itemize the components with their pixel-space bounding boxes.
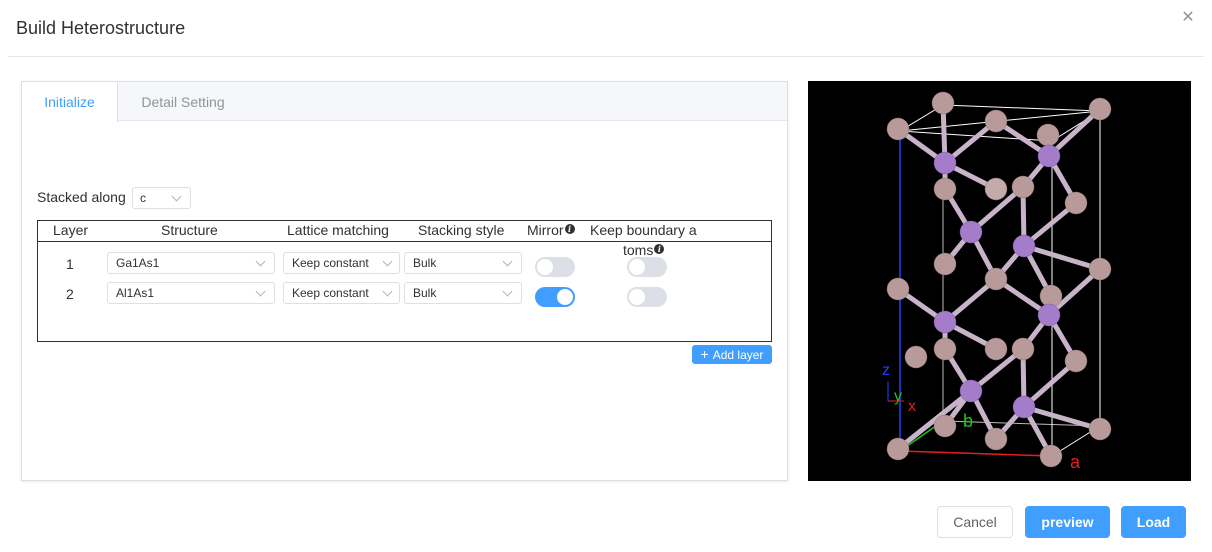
row1-stacking-select[interactable]: Bulk: [404, 252, 522, 274]
tabs-header: Initialize Detail Setting: [22, 82, 787, 122]
chevron-down-icon: [255, 256, 266, 267]
title-divider: [8, 56, 1204, 57]
switch-knob: [629, 259, 645, 275]
row1-lattice-value: Keep constant: [292, 256, 369, 270]
z-axis-label: z: [882, 362, 890, 379]
row1-layer: 1: [66, 256, 74, 272]
row2-lattice-value: Keep constant: [292, 286, 369, 300]
table-header-row: Layer Structure Lattice matching Stackin…: [38, 221, 771, 242]
add-layer-label: Add layer: [712, 348, 764, 362]
load-button[interactable]: Load: [1121, 506, 1186, 538]
row2-stacking-value: Bulk: [413, 286, 437, 300]
a-axis-line: [899, 450, 1053, 457]
header-layer: Layer: [53, 222, 89, 238]
row2-lattice-select[interactable]: Keep constant: [283, 282, 400, 304]
row1-stacking-value: Bulk: [413, 256, 437, 270]
b-axis-label: b: [963, 411, 973, 431]
y-axis-label: y: [894, 388, 902, 405]
chevron-down-icon: [382, 286, 393, 297]
stacked-along-value: c: [140, 191, 146, 205]
row1-structure-value: Ga1As1: [116, 256, 160, 270]
row1-keep-boundary-switch[interactable]: [627, 257, 667, 277]
header-keep-boundary: Keep boundary a: [590, 222, 697, 238]
row2-mirror-switch[interactable]: [535, 287, 575, 307]
dialog-title: Build Heterostructure: [16, 18, 186, 38]
header-lattice-matching: Lattice matching: [287, 222, 389, 238]
row1-lattice-select[interactable]: Keep constant: [283, 252, 400, 274]
row2-stacking-select[interactable]: Bulk: [404, 282, 522, 304]
stacked-along-label: Stacked along: [37, 189, 126, 205]
switch-knob: [537, 259, 553, 275]
header-mirror: Mirror i: [527, 222, 575, 238]
tab-initialize[interactable]: Initialize: [22, 82, 118, 122]
switch-knob: [629, 289, 645, 305]
row2-layer: 2: [66, 286, 74, 302]
add-layer-button[interactable]: + Add layer: [692, 345, 772, 364]
tab-detail-setting[interactable]: Detail Setting: [118, 82, 248, 122]
row2-structure-select[interactable]: Al1As1: [107, 282, 275, 304]
info-icon[interactable]: i: [654, 244, 665, 254]
a-axis-label: a: [1070, 452, 1081, 472]
tabs-panel: Initialize Detail Setting Stacked along …: [21, 81, 788, 481]
row2-keep-boundary-switch[interactable]: [627, 287, 667, 307]
close-icon[interactable]: ✕: [1180, 10, 1196, 26]
switch-knob: [557, 289, 573, 305]
stacked-along-select[interactable]: c: [132, 187, 191, 209]
preview-button[interactable]: preview: [1025, 506, 1110, 538]
cancel-button[interactable]: Cancel: [937, 506, 1013, 538]
plus-icon: +: [700, 346, 709, 362]
info-icon[interactable]: i: [564, 224, 575, 234]
header-structure: Structure: [161, 222, 218, 238]
chevron-down-icon: [171, 191, 182, 202]
header-mirror-label: Mirror: [527, 222, 564, 238]
row2-structure-value: Al1As1: [116, 286, 155, 300]
x-axis-label: x: [908, 398, 916, 415]
header-keep-boundary-cont: toms i: [623, 242, 665, 258]
row1-mirror-switch[interactable]: [535, 257, 575, 277]
chevron-down-icon: [502, 256, 513, 267]
chevron-down-icon: [502, 286, 513, 297]
crystal-structure-canvas[interactable]: z y x b a: [808, 81, 1191, 481]
header-stacking-style: Stacking style: [418, 222, 505, 238]
structure-viewer[interactable]: z y x b a: [808, 81, 1191, 481]
header-keep-boundary-cont-label: toms: [623, 242, 654, 258]
chevron-down-icon: [382, 256, 393, 267]
chevron-down-icon: [255, 286, 266, 297]
row1-structure-select[interactable]: Ga1As1: [107, 252, 275, 274]
layer-table: Layer Structure Lattice matching Stackin…: [37, 220, 772, 342]
